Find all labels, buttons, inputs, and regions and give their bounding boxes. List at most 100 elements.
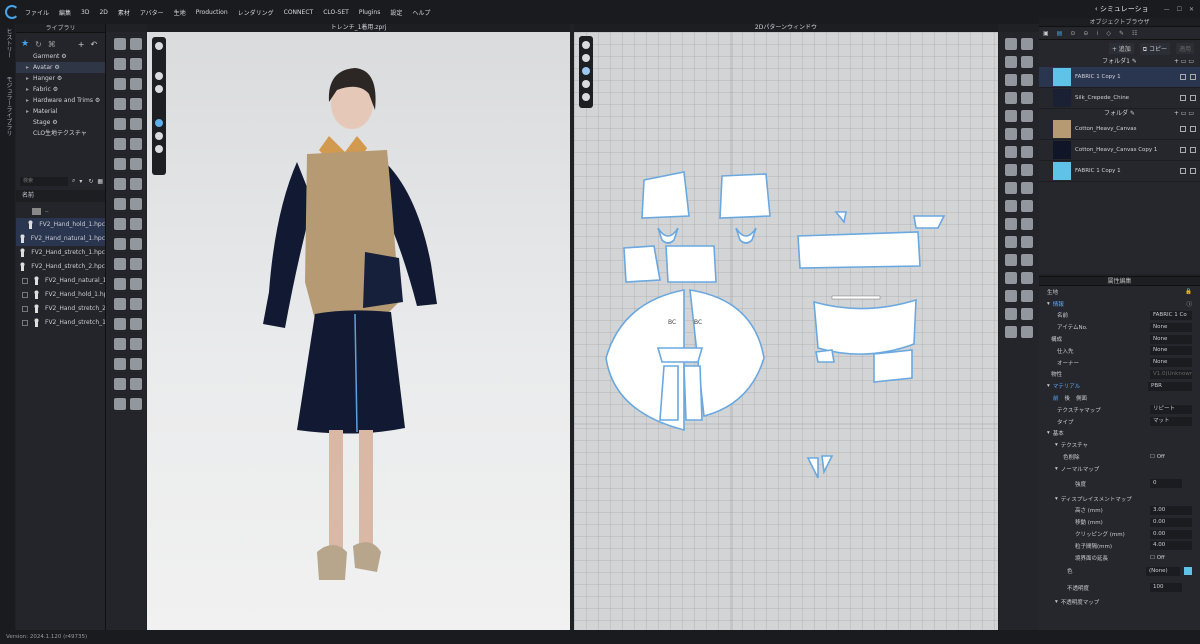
polygon-tool-icon[interactable]	[1005, 272, 1017, 284]
view-sheet-icon[interactable]	[582, 80, 590, 88]
rectangle-tool-icon[interactable]	[1021, 56, 1033, 68]
folder-edit-icon[interactable]: ✎	[1128, 110, 1135, 117]
polygon-tool-icon[interactable]	[1005, 128, 1017, 140]
edit-pattern-icon[interactable]	[1005, 326, 1017, 338]
grid-tool-icon[interactable]	[1005, 236, 1017, 248]
fabric-select-icon[interactable]	[1180, 74, 1186, 80]
copy-fabric-button[interactable]: ⧉ コピー	[1139, 42, 1170, 55]
lock-icon[interactable]: 🔒	[1185, 289, 1192, 295]
add-icon[interactable]: +	[78, 40, 85, 49]
view-toggle-icon[interactable]: ▾	[79, 178, 82, 185]
file-checkbox[interactable]	[22, 292, 28, 298]
select-tool-icon[interactable]	[114, 198, 126, 210]
segment-tool-icon[interactable]	[1021, 326, 1033, 338]
folder-edit-icon[interactable]: ✎	[1130, 58, 1137, 65]
pin-tool-icon[interactable]	[130, 218, 142, 230]
file-checkbox[interactable]	[22, 306, 28, 312]
tab-zipper-icon[interactable]: ☷	[1132, 30, 1137, 37]
avatar-tool-icon[interactable]	[130, 158, 142, 170]
rectangle-tool-icon[interactable]	[1021, 272, 1033, 284]
view-camera-icon[interactable]	[155, 42, 163, 50]
avatar-tool-icon[interactable]	[130, 238, 142, 250]
segment-tool-icon[interactable]	[1021, 254, 1033, 266]
tack-tool-icon[interactable]	[114, 78, 126, 90]
sewing-tool-icon[interactable]	[1005, 146, 1017, 158]
text-tool-icon[interactable]	[1021, 290, 1033, 302]
grid-view-icon[interactable]: ▦	[97, 178, 103, 185]
fabric-delete-icon[interactable]	[1190, 147, 1196, 153]
menu-settings[interactable]: 設定	[390, 8, 402, 17]
segment-tool-icon[interactable]	[1021, 110, 1033, 122]
view-light-icon[interactable]	[155, 132, 163, 140]
prop-decolor-toggle[interactable]: ☐ Off	[1150, 454, 1192, 460]
fabric-delete-icon[interactable]	[1190, 126, 1196, 132]
tree-item-stage[interactable]: Stage ⚙	[16, 117, 105, 128]
segment-tool-icon[interactable]	[1021, 38, 1033, 50]
menu-help[interactable]: ヘルプ	[412, 8, 430, 17]
select-tool-icon[interactable]	[114, 358, 126, 370]
tack-tool-icon[interactable]	[114, 398, 126, 410]
polygon-tool-icon[interactable]	[1005, 56, 1017, 68]
fabric-select-icon[interactable]	[1180, 95, 1186, 101]
view-fold-icon[interactable]	[582, 93, 590, 101]
menu-2d[interactable]: 2D	[99, 9, 107, 16]
menu-file[interactable]: ファイル	[25, 8, 49, 17]
file-row-parent[interactable]: ..	[16, 204, 105, 218]
view-avatar-icon[interactable]	[155, 85, 163, 93]
avatar-tool-icon[interactable]	[130, 398, 142, 410]
fold-tool-icon[interactable]	[114, 378, 126, 390]
fold-tool-icon[interactable]	[114, 218, 126, 230]
sewing-tool-icon[interactable]	[1005, 290, 1017, 302]
fabric-delete-icon[interactable]	[1190, 95, 1196, 101]
measure-tool-icon[interactable]	[114, 178, 126, 190]
tree-item-clo-texture[interactable]: CLO生地テクスチャ	[16, 128, 105, 139]
menu-production[interactable]: Production	[196, 9, 228, 16]
tab-topstitch-icon[interactable]: ⁞	[1096, 30, 1098, 37]
menu-clo-set[interactable]: CLO-SET	[323, 9, 349, 16]
fold-tool-icon[interactable]	[114, 58, 126, 70]
edit-pattern-icon[interactable]	[1005, 182, 1017, 194]
mode-switch[interactable]: ‹ シミュレーショ	[1095, 4, 1149, 14]
3d-garment-window[interactable]	[147, 32, 570, 630]
tree-item-hanger[interactable]: ▸ Hanger ⚙	[16, 73, 105, 84]
fold-tool-icon[interactable]	[114, 138, 126, 150]
maximize-icon[interactable]: ☐	[1177, 6, 1182, 13]
prop-normal-section[interactable]: ▾ ノーマルマップ	[1047, 463, 1200, 475]
tab-modular-library[interactable]: モジュラーライブラリ	[4, 76, 13, 136]
text-tool-icon[interactable]	[1021, 218, 1033, 230]
avatar-tool-icon[interactable]	[130, 78, 142, 90]
fabric-select-icon[interactable]	[1180, 168, 1186, 174]
file-row[interactable]: FV2_Hand_stretch_1.hpc	[16, 246, 105, 260]
file-row[interactable]: FV2_Hand_stretch_2.hpc	[16, 260, 105, 274]
file-row[interactable]: FV2_Hand_stretch_1.hpc	[16, 316, 105, 330]
fabric-row-silk[interactable]: Silk_Crepede_Chine	[1039, 88, 1200, 109]
grid-tool-icon[interactable]	[1005, 308, 1017, 320]
menu-3d[interactable]: 3D	[81, 9, 89, 16]
prop-ext-toggle[interactable]: ☐ Off	[1150, 555, 1192, 561]
add-fabric-button[interactable]: + 追加	[1108, 43, 1134, 54]
tab-3d-icon[interactable]: ▣	[1043, 30, 1049, 37]
prop-owner-field[interactable]: None	[1150, 358, 1192, 368]
select-tool-icon[interactable]	[114, 118, 126, 130]
file-row[interactable]: FV2_Hand_hold_1.hpc	[16, 288, 105, 302]
pin-tool-icon[interactable]	[130, 58, 142, 70]
menu-rendering[interactable]: レンダリング	[238, 8, 274, 17]
search-icon[interactable]: ⌕	[72, 177, 75, 185]
pin-tool-icon[interactable]	[130, 298, 142, 310]
prop-strength-field[interactable]: 0	[1150, 479, 1182, 489]
menu-plugins[interactable]: Plugins	[359, 9, 381, 16]
tack-tool-icon[interactable]	[114, 238, 126, 250]
move-tool-icon[interactable]	[130, 278, 142, 290]
fabric-select-icon[interactable]	[1180, 147, 1186, 153]
prop-type-select[interactable]: マット	[1150, 417, 1192, 427]
tab-history[interactable]: ヒストリー	[4, 28, 13, 58]
folder-actions-icon[interactable]: + ▭ ▭	[1174, 57, 1194, 67]
prop-item-field[interactable]: None	[1150, 322, 1192, 332]
prop-basic-section[interactable]: ▾ 基本	[1047, 428, 1200, 440]
fold-arrange-icon[interactable]	[1021, 236, 1033, 248]
search-input[interactable]	[20, 176, 68, 186]
grid-tool-icon[interactable]	[1005, 92, 1017, 104]
menu-edit[interactable]: 編集	[59, 8, 71, 17]
tab-trim-icon[interactable]: ◇	[1106, 30, 1111, 37]
tree-item-avatar[interactable]: ▸ Avatar ⚙	[16, 62, 105, 73]
